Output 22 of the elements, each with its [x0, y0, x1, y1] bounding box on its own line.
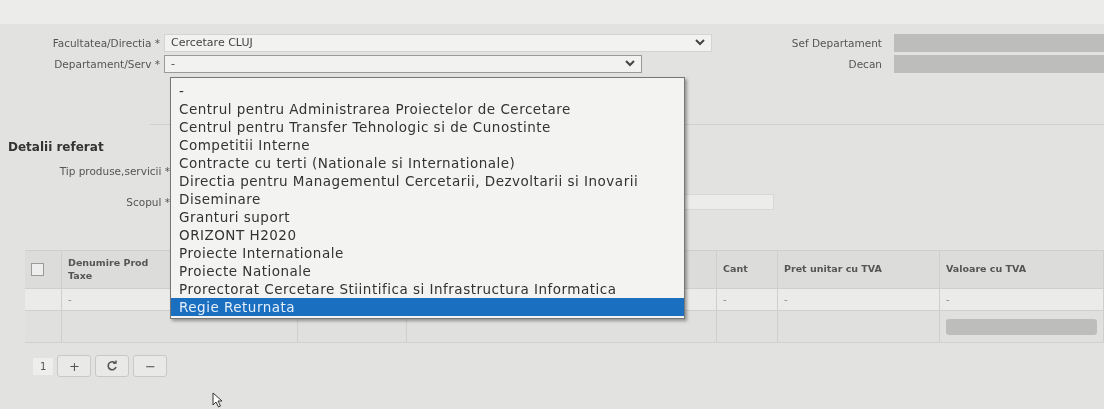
dropdown-option[interactable]: Diseminare: [171, 190, 684, 208]
dropdown-option[interactable]: ORIZONT H2020: [171, 226, 684, 244]
field-label: Facultatea/Directia *: [51, 36, 160, 49]
dropdown-option[interactable]: -: [171, 82, 684, 100]
dropdown-option[interactable]: Regie Returnata: [171, 298, 684, 316]
dropdown-option[interactable]: Contracte cu terti (Nationale si Internationale): [171, 154, 684, 172]
field-label: Scopul *: [125, 195, 170, 208]
dropdown-field[interactable]: -: [164, 54, 642, 73]
section-title: Detalii referat: [8, 140, 104, 154]
dropdown-option[interactable]: Granturi suport: [171, 208, 684, 226]
dropdown-option[interactable]: Centrul pentru Administrarea Proiectelor de Cercetare: [171, 100, 684, 118]
field-label: Tip produse,servicii *: [58, 164, 170, 177]
remove-button[interactable]: −: [133, 355, 168, 377]
field-label: Departament/Serv *: [53, 57, 160, 70]
dropdown-option[interactable]: Directia pentru Managementul Cercetarii, Dezvoltarii si Inovarii: [171, 172, 684, 190]
dropdown-option[interactable]: Centrul pentru Transfer Tehnologic si de Cunostinte: [171, 118, 684, 136]
field-label: Decan: [847, 57, 882, 70]
field-label: Sef Departament: [790, 36, 882, 49]
dropdown-field[interactable]: Cercetare CLUJ: [164, 33, 712, 52]
dropdown-option[interactable]: Competitii Interne: [171, 136, 684, 154]
page-number[interactable]: 1: [33, 357, 54, 375]
add-button[interactable]: +: [57, 355, 92, 377]
